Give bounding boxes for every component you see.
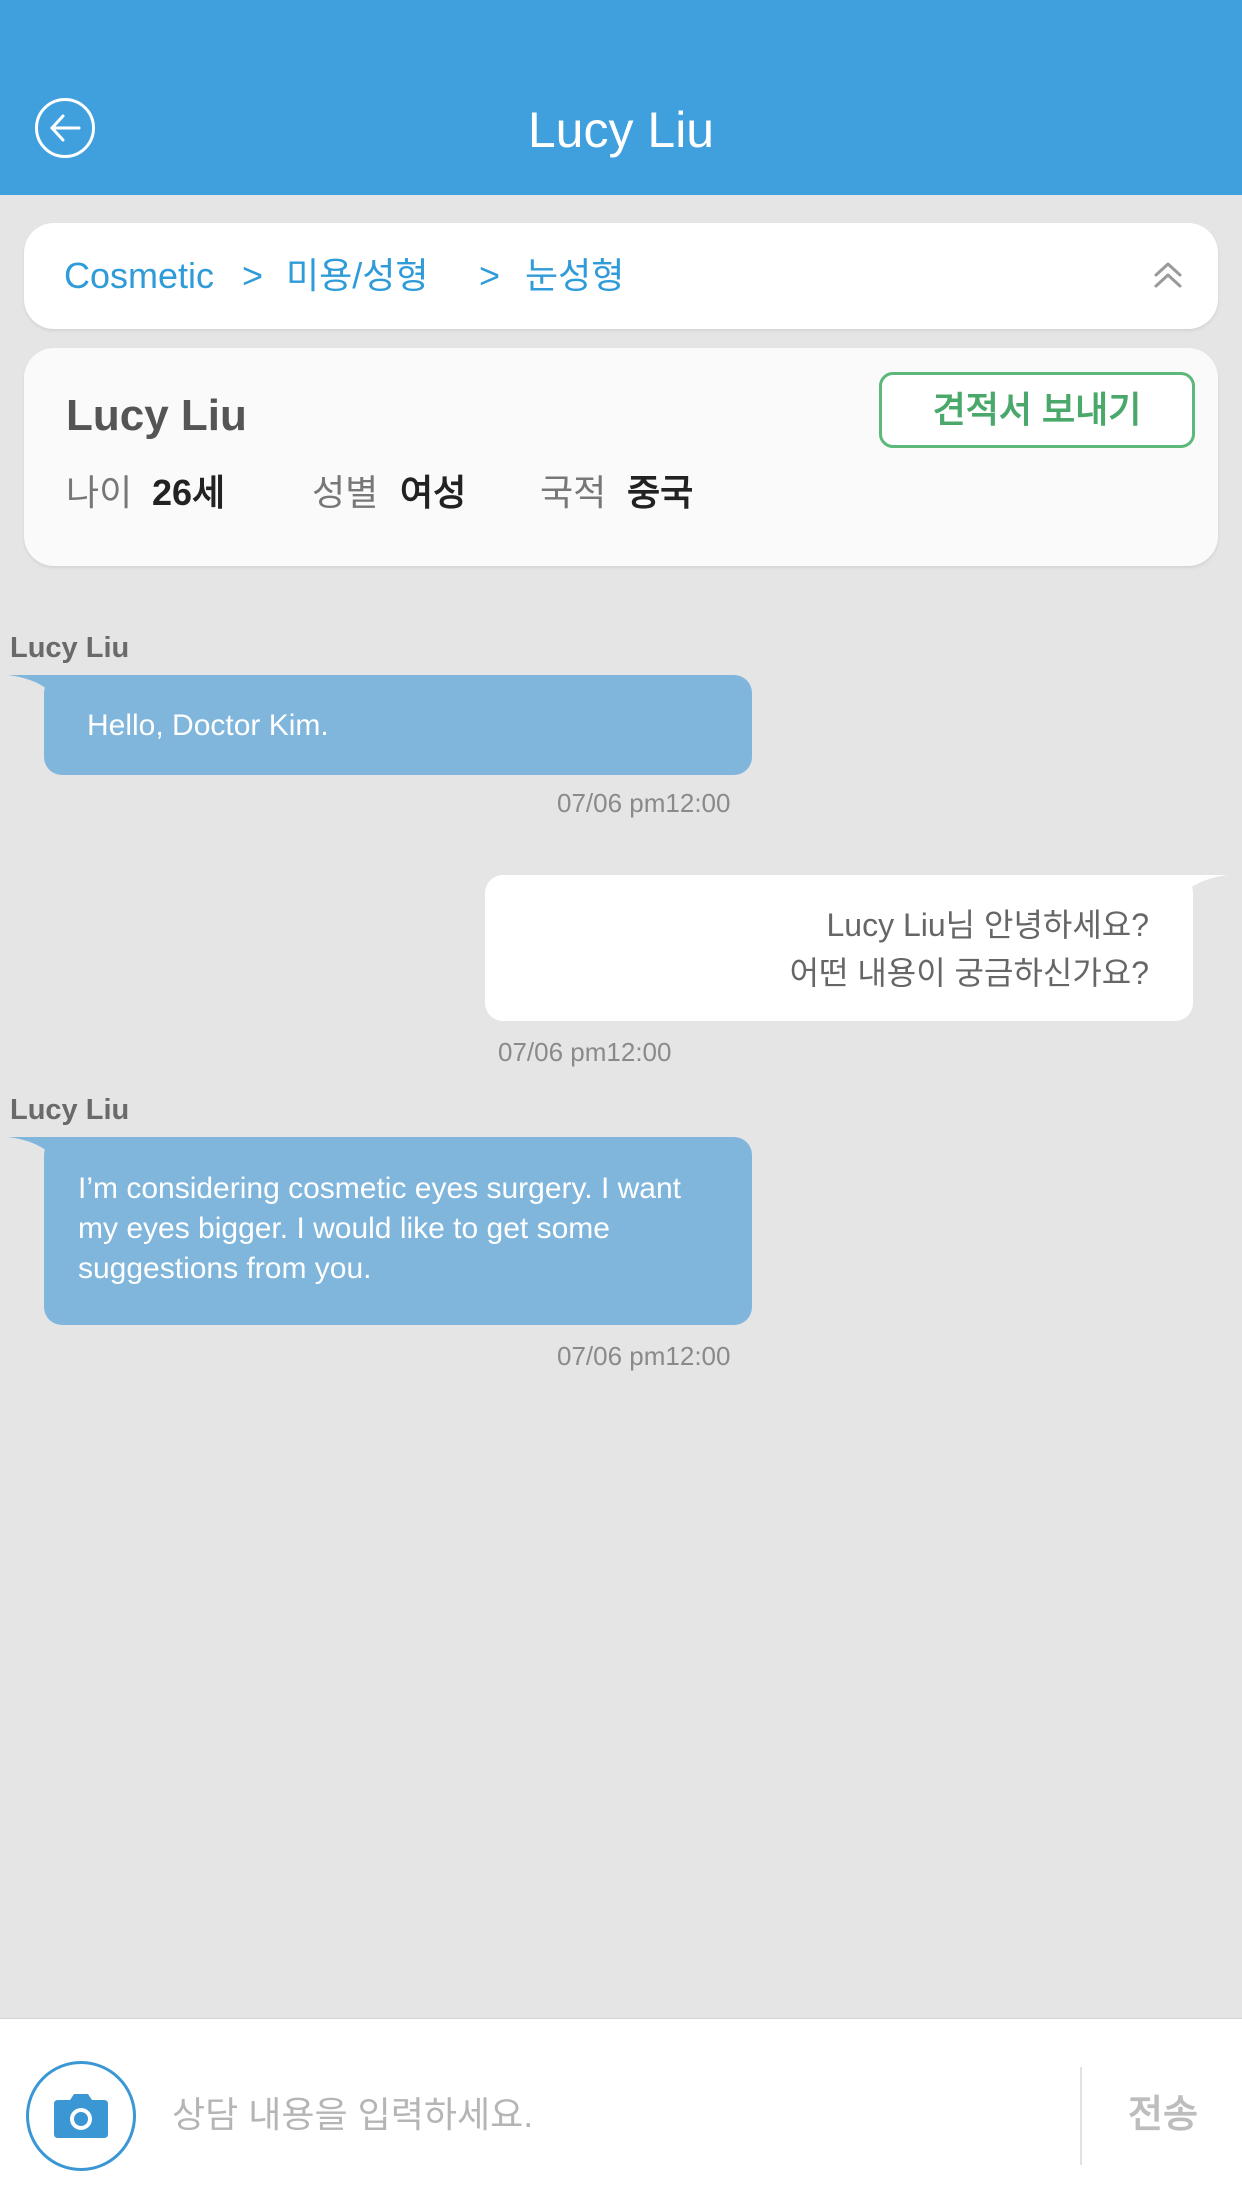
- camera-icon: [54, 2094, 108, 2138]
- message-text-line: I’m considering cosmetic eyes surgery. I…: [78, 1172, 682, 1205]
- message-text-line: 어떤 내용이 궁금하신가요?: [789, 955, 1149, 991]
- message-text-line: suggestions from you.: [78, 1252, 372, 1285]
- message-bubble-outgoing: Lucy Liu님 안녕하세요? 어떤 내용이 궁금하신가요?: [485, 875, 1193, 1021]
- breadcrumb-separator: >: [242, 255, 264, 296]
- message-sender: Lucy Liu: [10, 1094, 130, 1126]
- nationality-value: 중국: [627, 472, 694, 513]
- age-label: 나이: [66, 472, 133, 513]
- message-timestamp: 07/06 pm12:00: [498, 1037, 672, 1067]
- camera-button[interactable]: [26, 2061, 136, 2171]
- chevron-double-up-icon[interactable]: [1148, 255, 1188, 295]
- message-composer: 전송: [0, 2018, 1242, 2209]
- breadcrumb: Cosmetic > 미용/성형 > 눈성형: [24, 223, 1218, 329]
- customer-profile-card: Lucy Liu 견적서 보내기 나이 26세 성별 여성 국적 중국: [24, 348, 1218, 566]
- gender-label: 성별: [312, 472, 379, 513]
- age-value: 26세: [152, 472, 226, 513]
- breadcrumb-item-beauty-surgery[interactable]: 미용/성형: [286, 253, 428, 299]
- app-header: Lucy Liu: [0, 0, 1242, 195]
- message-input[interactable]: [170, 2079, 1054, 2151]
- divider: [1080, 2067, 1082, 2165]
- breadcrumb-item-eye-surgery[interactable]: 눈성형: [525, 253, 624, 299]
- page-title: Lucy Liu: [527, 102, 715, 158]
- send-quote-button[interactable]: 견적서 보내기: [879, 372, 1195, 448]
- message-text-line: my eyes bigger. I would like to get some: [78, 1212, 610, 1245]
- customer-name: Lucy Liu: [66, 391, 247, 440]
- message-timestamp: 07/06 pm12:00: [557, 788, 731, 818]
- message-text: Hello, Doctor Kim.: [87, 709, 329, 742]
- nationality-label: 국적: [540, 472, 607, 513]
- breadcrumb-separator: >: [479, 255, 501, 296]
- message-timestamp: 07/06 pm12:00: [557, 1341, 731, 1371]
- gender-value: 여성: [400, 472, 467, 513]
- send-button[interactable]: 전송: [1098, 2083, 1228, 2147]
- message-sender: Lucy Liu: [10, 632, 130, 664]
- message-bubble-incoming: I’m considering cosmetic eyes surgery. I…: [44, 1137, 752, 1325]
- breadcrumb-item-cosmetic[interactable]: Cosmetic: [64, 253, 214, 299]
- message-text-line: Lucy Liu님 안녕하세요?: [826, 907, 1149, 943]
- message-bubble-incoming: Hello, Doctor Kim.: [44, 675, 752, 775]
